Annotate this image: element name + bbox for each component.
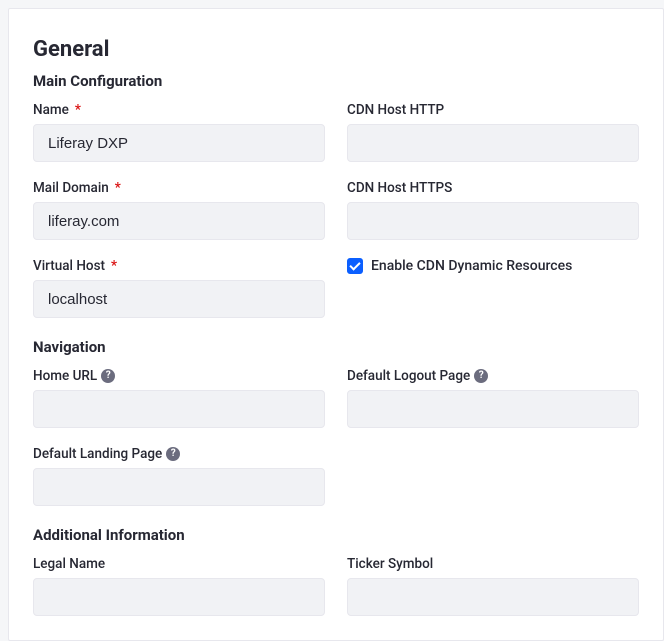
label-legal-name-text: Legal Name [33,556,105,572]
field-default-landing: Default Landing Page ? [33,446,325,506]
enable-cdn-row: Enable CDN Dynamic Resources [347,258,639,274]
field-mail-domain: Mail Domain * [33,180,325,240]
legal-name-input[interactable] [33,578,325,616]
default-landing-input[interactable] [33,468,325,506]
enable-cdn-label: Enable CDN Dynamic Resources [371,258,572,274]
label-virtual-host: Virtual Host * [33,258,325,274]
section-title: General [33,37,639,62]
field-name: Name * [33,102,325,162]
label-cdn-http: CDN Host HTTP [347,102,639,118]
label-cdn-http-text: CDN Host HTTP [347,102,444,118]
label-default-landing: Default Landing Page ? [33,446,325,462]
subsection-additional: Additional Information Legal Name Ticker… [33,526,639,616]
cdn-http-input[interactable] [347,124,639,162]
label-legal-name: Legal Name [33,556,325,572]
field-virtual-host: Virtual Host * [33,258,325,318]
cdn-https-input[interactable] [347,202,639,240]
enable-cdn-checkbox[interactable] [347,258,363,274]
field-cdn-http: CDN Host HTTP [347,102,639,162]
field-enable-cdn: Enable CDN Dynamic Resources [347,258,639,274]
label-cdn-https-text: CDN Host HTTPS [347,180,452,196]
label-cdn-https: CDN Host HTTPS [347,180,639,196]
default-logout-input[interactable] [347,390,639,428]
required-icon: * [75,102,81,118]
label-home-url: Home URL ? [33,368,325,384]
virtual-host-input[interactable] [33,280,325,318]
help-icon[interactable]: ? [474,369,488,383]
ticker-input[interactable] [347,578,639,616]
label-virtual-host-text: Virtual Host [33,258,105,274]
navigation-grid: Home URL ? Default Logout Page ? Default… [33,368,639,506]
label-default-logout-text: Default Logout Page [347,368,470,384]
field-home-url: Home URL ? [33,368,325,428]
subsection-navigation: Navigation Home URL ? Default Logout Pag… [33,338,639,506]
required-icon: * [111,258,117,274]
subsection-title-navigation: Navigation [33,338,639,356]
field-empty [347,446,639,447]
name-input[interactable] [33,124,325,162]
label-ticker: Ticker Symbol [347,556,639,572]
settings-card: General Main Configuration Name * CDN Ho… [8,8,664,641]
subsection-title-main: Main Configuration [33,72,639,90]
label-name-text: Name [33,102,69,118]
field-default-logout: Default Logout Page ? [347,368,639,428]
home-url-input[interactable] [33,390,325,428]
subsection-title-additional: Additional Information [33,526,639,544]
field-cdn-https: CDN Host HTTPS [347,180,639,240]
help-icon[interactable]: ? [101,369,115,383]
main-config-grid: Name * CDN Host HTTP Mail Domain * [33,102,639,318]
label-ticker-text: Ticker Symbol [347,556,433,572]
label-mail-domain: Mail Domain * [33,180,325,196]
page-root: General Main Configuration Name * CDN Ho… [0,0,664,641]
help-icon[interactable]: ? [166,447,180,461]
label-default-landing-text: Default Landing Page [33,446,162,462]
additional-grid: Legal Name Ticker Symbol [33,556,639,616]
label-name: Name * [33,102,325,118]
label-mail-domain-text: Mail Domain [33,180,109,196]
label-home-url-text: Home URL [33,368,97,384]
required-icon: * [115,180,121,196]
field-legal-name: Legal Name [33,556,325,616]
label-default-logout: Default Logout Page ? [347,368,639,384]
mail-domain-input[interactable] [33,202,325,240]
field-ticker: Ticker Symbol [347,556,639,616]
